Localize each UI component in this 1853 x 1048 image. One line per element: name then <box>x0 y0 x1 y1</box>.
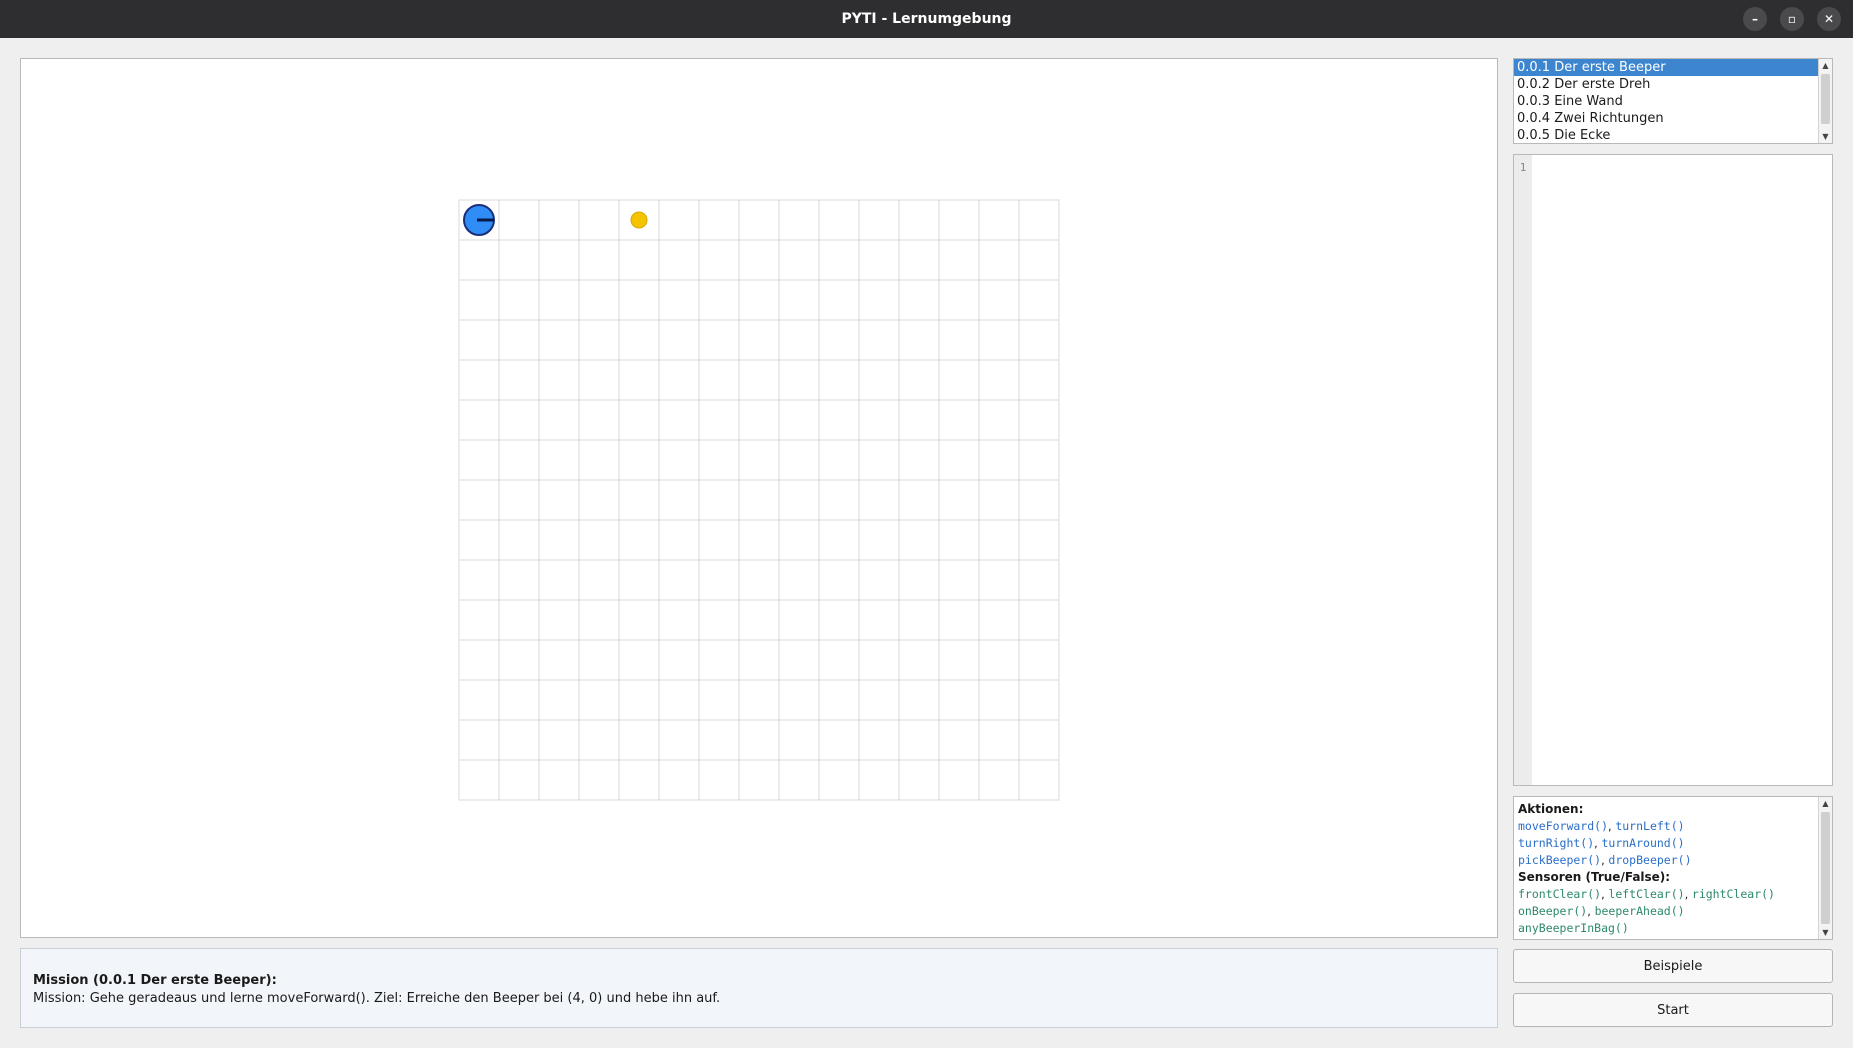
window-title: PYTI - Lernumgebung <box>841 11 1012 27</box>
help-scrollbar[interactable]: ▲ ▼ <box>1818 797 1832 939</box>
section-heading: Aktionen: <box>1518 802 1584 816</box>
command-line: onBeeper(), beeperAhead() <box>1518 903 1832 920</box>
line-number-gutter: 1 <box>1514 155 1532 785</box>
action-command[interactable]: turnAround() <box>1601 836 1684 850</box>
title-bar: PYTI - Lernumgebung – ▫ ✕ <box>0 0 1853 38</box>
command-line: frontClear(), leftClear(), rightClear() <box>1518 886 1832 903</box>
level-list[interactable]: 0.0.1 Der erste Beeper 0.0.2 Der erste Dr… <box>1513 58 1833 144</box>
action-command[interactable]: turnRight() <box>1518 836 1594 850</box>
close-icon[interactable]: ✕ <box>1817 7 1841 31</box>
action-command[interactable]: dropBeeper() <box>1608 853 1691 867</box>
level-item[interactable]: 0.0.2 Der erste Dreh <box>1514 76 1818 93</box>
code-editor[interactable]: 1 <box>1513 154 1833 786</box>
command-line: turnRight(), turnAround() <box>1518 835 1832 852</box>
mission-text: Mission: Gehe geradeaus und lerne moveFo… <box>33 991 721 1006</box>
level-item[interactable]: 0.0.1 Der erste Beeper <box>1514 59 1818 76</box>
action-command[interactable]: pickBeeper() <box>1518 853 1601 867</box>
mission-panel: Mission (0.0.1 Der erste Beeper): Missio… <box>20 948 1498 1028</box>
start-button[interactable]: Start <box>1513 993 1833 1027</box>
code-input[interactable] <box>1534 155 1832 785</box>
separator: , <box>1684 887 1692 901</box>
command-line: anyBeeperInBag() <box>1518 920 1832 937</box>
scroll-up-icon[interactable]: ▲ <box>1819 797 1832 810</box>
sensor-command[interactable]: beeperAhead() <box>1595 904 1685 918</box>
examples-button[interactable]: Beispiele <box>1513 949 1833 983</box>
command-line: pickBeeper(), dropBeeper() <box>1518 852 1832 869</box>
command-reference: Aktionen: moveForward(), turnLeft() turnRi… <box>1513 796 1833 940</box>
sensor-command[interactable]: rightClear() <box>1692 887 1775 901</box>
level-item[interactable]: 0.0.3 Eine Wand <box>1514 93 1818 110</box>
scroll-down-icon[interactable]: ▼ <box>1819 926 1832 939</box>
robot-icon <box>463 204 495 236</box>
scroll-thumb[interactable] <box>1821 812 1830 924</box>
sensor-command[interactable]: leftClear() <box>1608 887 1684 901</box>
line-number: 1 <box>1519 161 1527 174</box>
beeper-icon <box>630 211 648 229</box>
scroll-thumb[interactable] <box>1821 74 1830 124</box>
sensor-command[interactable]: frontClear() <box>1518 887 1601 901</box>
world-canvas <box>20 58 1498 938</box>
scroll-up-icon[interactable]: ▲ <box>1819 59 1832 72</box>
separator: , <box>1587 904 1595 918</box>
action-command[interactable]: turnLeft() <box>1615 819 1684 833</box>
grid-border <box>458 199 1060 801</box>
level-list-scrollbar[interactable]: ▲ ▼ <box>1818 59 1832 143</box>
section-heading: Sensoren (True/False): <box>1518 870 1671 884</box>
command-line: moveForward(), turnLeft() <box>1518 818 1832 835</box>
level-item[interactable]: 0.0.4 Zwei Richtungen <box>1514 110 1818 127</box>
command-reference-content: Aktionen: moveForward(), turnLeft() turnRi… <box>1518 801 1832 937</box>
mission-heading: Mission (0.0.1 Der erste Beeper): <box>33 973 277 988</box>
maximize-icon[interactable]: ▫ <box>1780 7 1804 31</box>
action-command[interactable]: moveForward() <box>1518 819 1608 833</box>
level-item[interactable]: 0.0.5 Die Ecke <box>1514 127 1818 143</box>
sensor-command[interactable]: onBeeper() <box>1518 904 1587 918</box>
world-grid <box>458 199 1060 801</box>
level-items: 0.0.1 Der erste Beeper 0.0.2 Der erste Dr… <box>1514 59 1832 143</box>
minimize-icon[interactable]: – <box>1743 7 1767 31</box>
scroll-down-icon[interactable]: ▼ <box>1819 130 1832 143</box>
sensor-command[interactable]: anyBeeperInBag() <box>1518 921 1629 935</box>
